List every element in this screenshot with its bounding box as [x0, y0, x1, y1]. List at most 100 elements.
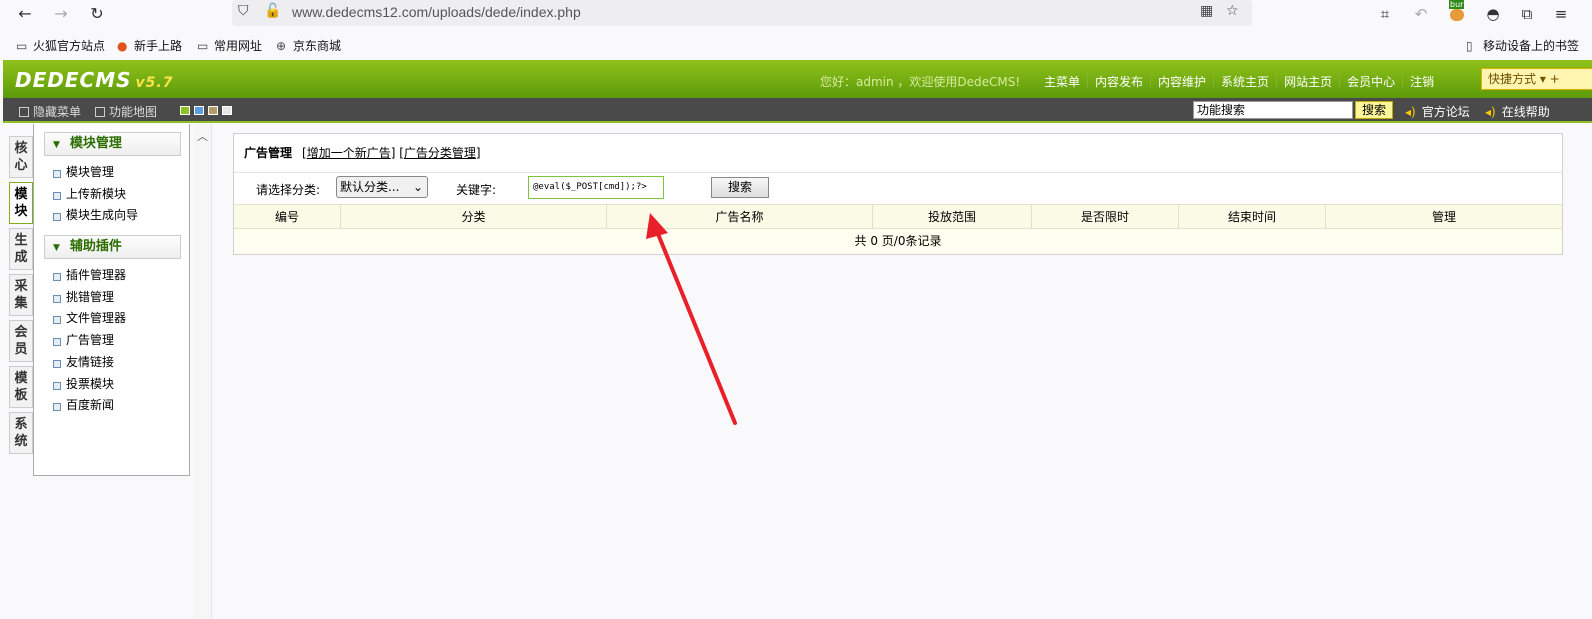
menu-item[interactable]: 模块管理: [34, 162, 189, 184]
collapse-up-icon[interactable]: ︿: [197, 128, 208, 144]
cms-toolbar: 隐藏菜单 功能地图 功能搜索 搜索 ◂) 官方论坛 ◂) 在线帮助: [3, 98, 1592, 123]
browser-toolbar: ← → ↻ ⛉ 🔓 www.dedecms12.com/uploads/dede…: [0, 0, 1592, 28]
back-arrow-icon[interactable]: ←: [14, 3, 36, 25]
search-button[interactable]: 搜索: [711, 177, 769, 198]
menu-icon[interactable]: ≡: [1550, 3, 1572, 25]
menu-item[interactable]: 挑错管理: [34, 287, 189, 309]
function-search-button[interactable]: 搜索: [1355, 101, 1393, 119]
mobile-icon: ▯: [1466, 39, 1473, 53]
quick-menu-button[interactable]: 快捷方式 ▾ +: [1481, 68, 1592, 90]
menu-item[interactable]: 文件管理器: [34, 308, 189, 330]
category-select[interactable]: 默认分类... ⌄: [336, 176, 428, 198]
function-search-input[interactable]: 功能搜索: [1193, 101, 1353, 119]
skin-color-swatch[interactable]: [180, 106, 190, 115]
add-ad-link[interactable]: 增加一个新广告: [307, 146, 391, 160]
firefox-icon: ●: [117, 39, 128, 53]
table-header: 编号 分类 广告名称 投放范围 是否限时 结束时间 管理: [234, 204, 1562, 229]
tab-system[interactable]: 系统: [9, 412, 33, 454]
left-tabs: 核心 模块 生成 采集 会员 模板 系统: [9, 136, 33, 458]
bookmarks-bar: ▭ 火狐官方站点 ● 新手上路 ▭ 常用网址 ⊕ 京东商城 ▯ 移动设备上的书签: [0, 32, 1592, 58]
filter-row: 请选择分类: 默认分类... ⌄ 关键字: @eval($_POST[cmd]);…: [234, 172, 1562, 204]
left-menu: ▼ 模块管理 模块管理 上传新模块 模块生成向导 ▼ 辅助插件 插件管理器 挑错管理…: [33, 124, 190, 476]
logout-link[interactable]: 注销: [1402, 73, 1441, 89]
annotation-arrow: [646, 213, 737, 425]
forward-arrow-icon[interactable]: →: [50, 3, 72, 25]
map-icon: [95, 107, 105, 117]
column-header: 分类: [341, 205, 607, 229]
lock-warning-icon: 🔓: [264, 3, 282, 19]
speaker-icon: ◂): [1405, 105, 1416, 119]
chevron-down-icon: ▼: [53, 140, 60, 150]
extension-badge: bur: [1449, 0, 1465, 9]
column-header: 结束时间: [1179, 205, 1326, 229]
url-text: www.dedecms12.com/uploads/dede/index.php: [292, 4, 581, 20]
menu-section-modules[interactable]: ▼ 模块管理: [44, 132, 181, 156]
top-menu-item[interactable]: 内容发布: [1087, 73, 1150, 89]
tab-template[interactable]: 模板: [9, 366, 33, 408]
mobile-bookmarks[interactable]: ▯ 移动设备上的书签: [1466, 37, 1579, 54]
panel-title: 广告管理 [增加一个新广告] [广告分类管理]: [244, 146, 481, 160]
folder-icon: ▭: [197, 39, 209, 53]
menu-item[interactable]: 上传新模块: [34, 184, 189, 206]
keyword-label: 关键字:: [456, 183, 497, 197]
hat-icon[interactable]: ◓: [1482, 3, 1504, 25]
undo-icon[interactable]: ↶: [1410, 3, 1432, 25]
menu-item[interactable]: 百度新闻: [34, 395, 189, 417]
menu-item[interactable]: 友情链接: [34, 352, 189, 374]
bookmark-item[interactable]: ⊕ 京东商城: [276, 37, 341, 54]
globe-icon: ⊕: [276, 39, 287, 53]
keyword-input[interactable]: @eval($_POST[cmd]);?>: [528, 176, 664, 199]
tab-collect[interactable]: 采集: [9, 274, 33, 316]
skin-color-swatch[interactable]: [194, 106, 204, 115]
tab-core[interactable]: 核心: [9, 136, 33, 178]
chevron-down-icon: ▼: [53, 243, 60, 254]
top-menu-item[interactable]: 内容维护: [1150, 73, 1213, 89]
column-header: 是否限时: [1032, 205, 1179, 229]
bookmark-item[interactable]: ● 新手上路: [117, 37, 182, 54]
address-bar[interactable]: ⛉ 🔓 www.dedecms12.com/uploads/dede/index…: [232, 0, 1252, 26]
crop-icon[interactable]: ⌗: [1374, 3, 1396, 25]
func-map-button[interactable]: 功能地图: [95, 103, 157, 120]
reload-icon[interactable]: ↻: [86, 3, 108, 25]
dedecms-logo: DEDECMS v5.7: [15, 68, 174, 92]
help-link[interactable]: ◂) 在线帮助: [1485, 103, 1550, 120]
top-menu-item[interactable]: 系统主页: [1213, 73, 1276, 89]
top-menu: 主菜单 内容发布 内容维护 系统主页 网站主页 会员中心 注销: [1037, 73, 1441, 89]
qr-code-icon[interactable]: ▦: [1200, 3, 1213, 19]
menu-section-plugins[interactable]: ▼ 辅助插件: [44, 235, 181, 260]
ad-category-link[interactable]: 广告分类管理: [404, 146, 476, 160]
menu-splitter[interactable]: [193, 124, 212, 619]
menu-item[interactable]: 模块生成向导: [34, 205, 189, 227]
column-header: 管理: [1431, 210, 1456, 224]
menu-item[interactable]: 插件管理器: [34, 265, 189, 287]
tab-generate[interactable]: 生成: [9, 228, 33, 270]
burp-extension-icon[interactable]: bur: [1446, 0, 1468, 25]
hide-menu-icon: [19, 107, 29, 117]
pagination-text: 共 0 页/0条记录: [234, 229, 1562, 254]
hide-menu-button[interactable]: 隐藏菜单: [19, 103, 81, 120]
cms-header: DEDECMS v5.7 您好：admin ，欢迎使用DedeCMS! 主菜单 内…: [3, 60, 1592, 98]
skin-color-swatch[interactable]: [208, 106, 218, 115]
star-icon[interactable]: ☆: [1226, 3, 1239, 19]
bookmark-item[interactable]: ▭ 常用网址: [197, 37, 262, 54]
menu-item-ad-manage[interactable]: 广告管理: [34, 330, 189, 352]
category-label: 请选择分类:: [256, 183, 321, 197]
folder-icon: ▭: [16, 39, 28, 53]
extensions-icon[interactable]: ⧉: [1516, 3, 1538, 25]
tab-member[interactable]: 会员: [9, 320, 33, 362]
chevron-down-icon: ⌄: [412, 180, 423, 194]
column-header: 投放范围: [873, 205, 1032, 229]
bookmark-item[interactable]: ▭ 火狐官方站点: [16, 37, 105, 54]
column-header: 编号: [234, 205, 341, 229]
top-menu-item[interactable]: 主菜单: [1037, 73, 1087, 89]
forum-link[interactable]: ◂) 官方论坛: [1405, 103, 1470, 120]
menu-item[interactable]: 投票模块: [34, 374, 189, 396]
skin-color-swatch[interactable]: [222, 106, 232, 115]
top-menu-item[interactable]: 会员中心: [1339, 73, 1402, 89]
top-menu-item[interactable]: 网站主页: [1276, 73, 1339, 89]
welcome-text: 您好：admin ，欢迎使用DedeCMS!: [820, 75, 1021, 89]
speaker-icon: ◂): [1485, 105, 1496, 119]
tab-module[interactable]: 模块: [9, 182, 33, 224]
shield-icon: ⛉: [238, 3, 249, 19]
ad-manage-panel: 广告管理 [增加一个新广告] [广告分类管理] 请选择分类: 默认分类... ⌄ 关…: [233, 133, 1563, 255]
